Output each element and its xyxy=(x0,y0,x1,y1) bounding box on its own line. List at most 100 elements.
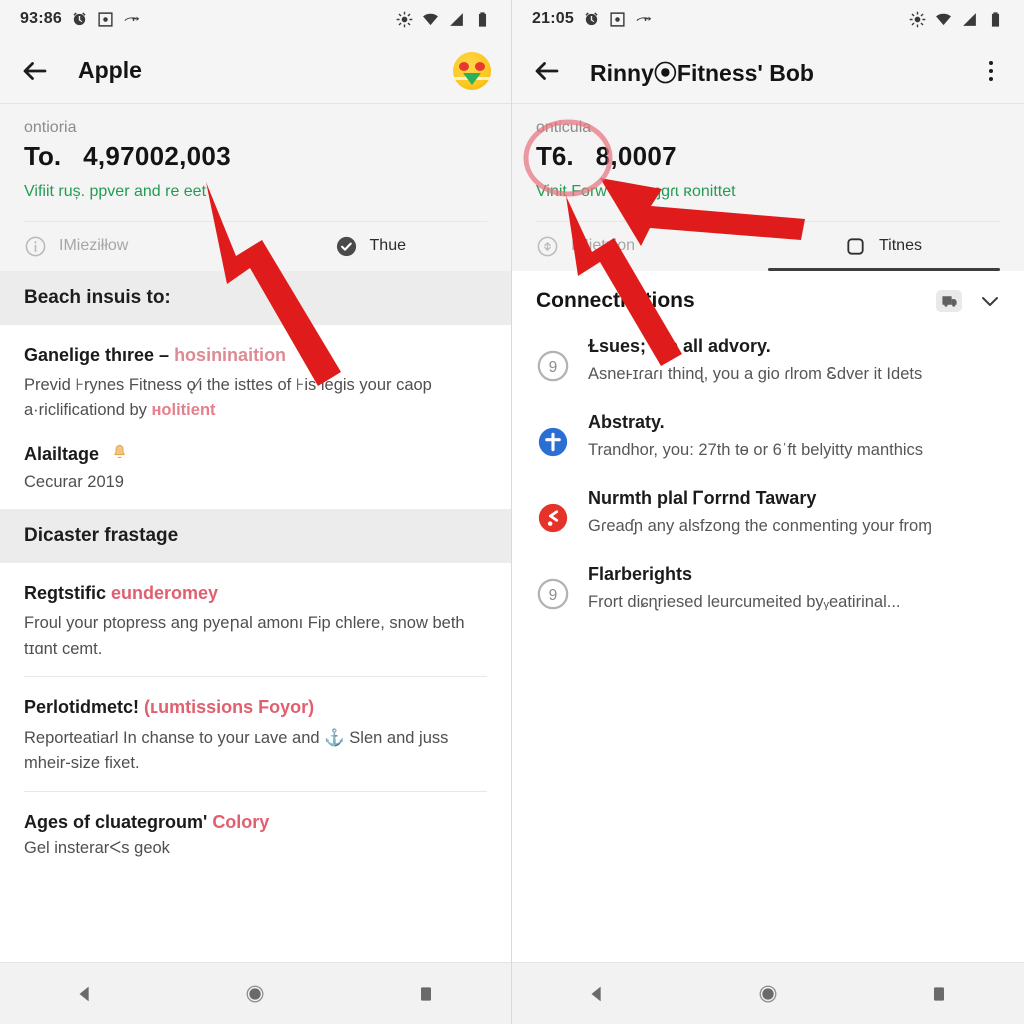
entry-title-text: Ganelige thıree – xyxy=(24,344,175,365)
svg-text:9: 9 xyxy=(549,359,558,376)
back-arrow-icon[interactable] xyxy=(532,56,562,86)
list-item[interactable]: 9 Ɫsues; the all advory. Asneⱶɪɾaɾı thin… xyxy=(512,323,1024,399)
entry-title: Ages of cluategroum' Colory xyxy=(24,810,487,834)
tab-information-label: IMietᴋion xyxy=(571,237,636,255)
square-outline-icon xyxy=(844,235,867,258)
status-right-group xyxy=(909,11,1004,28)
tab-titnes[interactable]: Titnes xyxy=(768,222,1000,271)
right-status-bar: 21:05 xyxy=(512,0,1024,38)
emoji-avatar[interactable] xyxy=(453,51,491,90)
entry-title-accent: hosininaition xyxy=(174,344,287,365)
home-nav-button[interactable] xyxy=(745,971,791,1017)
home-nav-button[interactable] xyxy=(232,971,278,1017)
left-summary-card: ontioria To. 4,97002,003 Vifiit ruș. ppv… xyxy=(0,104,511,271)
alarm-icon xyxy=(71,11,88,28)
list-header-actions xyxy=(936,289,1002,313)
avatar-eye-right xyxy=(475,61,485,71)
summary-amount-row: T6. 8,0007 xyxy=(536,141,1000,172)
list-item-text: Flarberights Frort diɕɳriesed leurcumeit… xyxy=(588,563,1002,615)
list-header-title: Connectitations xyxy=(536,288,695,312)
list-item-title: Flarberights xyxy=(588,564,693,585)
list-item[interactable]: Ages of cluategroum' Colory Gel insterar… xyxy=(0,792,511,875)
page-title: Rinny⦿Fitness' Bob xyxy=(590,59,814,86)
summary-amount: 8,0007 xyxy=(595,140,677,171)
screenshot-icon xyxy=(97,11,114,28)
status-clock: 21:05 xyxy=(532,10,574,27)
right-tab-bar: IMietᴋion Titnes xyxy=(536,220,1000,271)
back-nav-button[interactable] xyxy=(62,971,108,1017)
entry-title-text: Alailtage xyxy=(24,444,100,465)
red-share-circle-icon xyxy=(536,501,570,535)
right-nav-bar xyxy=(512,962,1024,1024)
svg-text:9: 9 xyxy=(549,587,558,604)
tab-information[interactable]: IMieziłłow xyxy=(24,222,256,271)
signal-icon xyxy=(961,11,978,28)
avatar-eye-left xyxy=(459,61,469,71)
tab-true[interactable]: Thue xyxy=(256,222,488,271)
summary-subtext: Vinit Forw ɡɾea ɱɡɾɩ ʀonittet xyxy=(536,182,736,200)
list-item[interactable]: Perlotidmetc! (ʟumtissions Foyor) Report… xyxy=(0,677,511,790)
wifi-icon xyxy=(422,11,439,28)
avatar-mouth xyxy=(463,72,481,85)
left-content-body: Beach insuis to: Ganelige thıree – hosin… xyxy=(0,270,511,962)
status-left-group: 21:05 xyxy=(532,10,652,28)
overflow-menu-icon[interactable] xyxy=(978,58,1004,84)
gray-circle-9-icon: 9 xyxy=(536,349,570,383)
list-item[interactable]: Regtstific eunderomey Froul your ptopres… xyxy=(0,563,511,676)
section-header-dicaster: Dicaster frastage xyxy=(0,509,511,564)
back-nav-button[interactable] xyxy=(574,971,620,1017)
call-forward-icon xyxy=(635,11,652,28)
entry-title-accent: Colory xyxy=(212,811,270,832)
back-arrow-icon[interactable] xyxy=(20,56,50,86)
kebab-dot xyxy=(989,76,993,81)
brightness-icon xyxy=(909,11,926,28)
list-item-title: Nurmth plal Ꮁorrnd Tawary xyxy=(588,487,817,508)
status-clock: 93:86 xyxy=(20,10,62,27)
entry-title-text: Ages of cluategroum' xyxy=(24,811,213,832)
tab-titnes-label: Titnes xyxy=(879,237,922,255)
list-item[interactable]: Abstraty. Trandhor, you: 27th tɵ or 6ˈft… xyxy=(512,399,1024,475)
recents-nav-button[interactable] xyxy=(916,971,962,1017)
entry-body: Previd ⊦rynes Fitness ǫ⁄i the isttes of … xyxy=(24,373,487,424)
chevron-down-icon[interactable] xyxy=(978,289,1002,313)
call-forward-icon xyxy=(123,11,140,28)
alarm-icon xyxy=(583,11,600,28)
entry-title-accent: eunderomey xyxy=(111,583,219,604)
receipt-badge-icon[interactable] xyxy=(936,289,962,312)
entry-body-text: Previd ⊦rynes Fitness ǫ⁄i the isttes of … xyxy=(24,375,432,420)
list-item-text: Abstraty. Trandhor, you: 27th tɵ or 6ˈft… xyxy=(588,411,1002,463)
right-summary-card: onticula T6. 8,0007 Vinit Forw ɡɾea ɱɡɾɩ… xyxy=(512,104,1024,271)
screenshot-icon xyxy=(609,11,626,28)
list-item[interactable]: Ganelige thıree – hosininaition Previd ⊦… xyxy=(0,325,511,438)
tab-information[interactable]: IMietᴋion xyxy=(536,222,768,271)
check-circle-filled-icon xyxy=(335,235,358,258)
entry-title: Perlotidmetc! (ʟumtissions Foyor) xyxy=(24,695,487,719)
entry-title-text: Regtstific xyxy=(24,583,112,604)
wifi-icon xyxy=(935,11,952,28)
gray-circle-9-icon: 9 xyxy=(536,577,570,611)
entry-body: Reporteatiaɾl In chanse to your ʟave and… xyxy=(24,728,449,773)
dual-screenshot-container: 93:86 Apple ontioria To. 4,97002,003 Vif… xyxy=(0,0,1024,1024)
summary-eyebrow: onticula xyxy=(536,119,592,136)
left-app-bar: Apple xyxy=(0,38,511,104)
list-item-body: Gɾeaɗɲ any alsfzong the conmenting your … xyxy=(588,517,932,536)
summary-label: T6. xyxy=(536,140,574,171)
battery-icon xyxy=(474,11,491,28)
kebab-dot xyxy=(989,60,993,65)
brightness-icon xyxy=(396,11,413,28)
entry-subtext: Cecurar 2019 xyxy=(24,473,124,492)
page-title: Apple xyxy=(78,57,142,83)
tab-true-label: Thue xyxy=(369,237,406,255)
entry-title: Regtstific eunderomey xyxy=(24,581,487,605)
tab-information-label: IMieziłłow xyxy=(59,237,129,255)
status-right-group xyxy=(396,11,491,28)
list-item[interactable]: Nurmth plal Ꮁorrnd Tawary Gɾeaɗɲ any als… xyxy=(512,475,1024,551)
left-status-bar: 93:86 xyxy=(0,0,511,38)
list-header: Connectitations xyxy=(512,271,1024,323)
signal-icon xyxy=(448,11,465,28)
recents-nav-button[interactable] xyxy=(403,971,449,1017)
list-item-text: Nurmth plal Ꮁorrnd Tawary Gɾeaɗɲ any als… xyxy=(588,487,1002,539)
list-item[interactable]: 9 Flarberights Frort diɕɳriesed leurcume… xyxy=(512,551,1024,627)
entry-title: Alailtage xyxy=(24,442,487,468)
list-item[interactable]: Alailtage Cecurar 2019 xyxy=(0,438,511,509)
